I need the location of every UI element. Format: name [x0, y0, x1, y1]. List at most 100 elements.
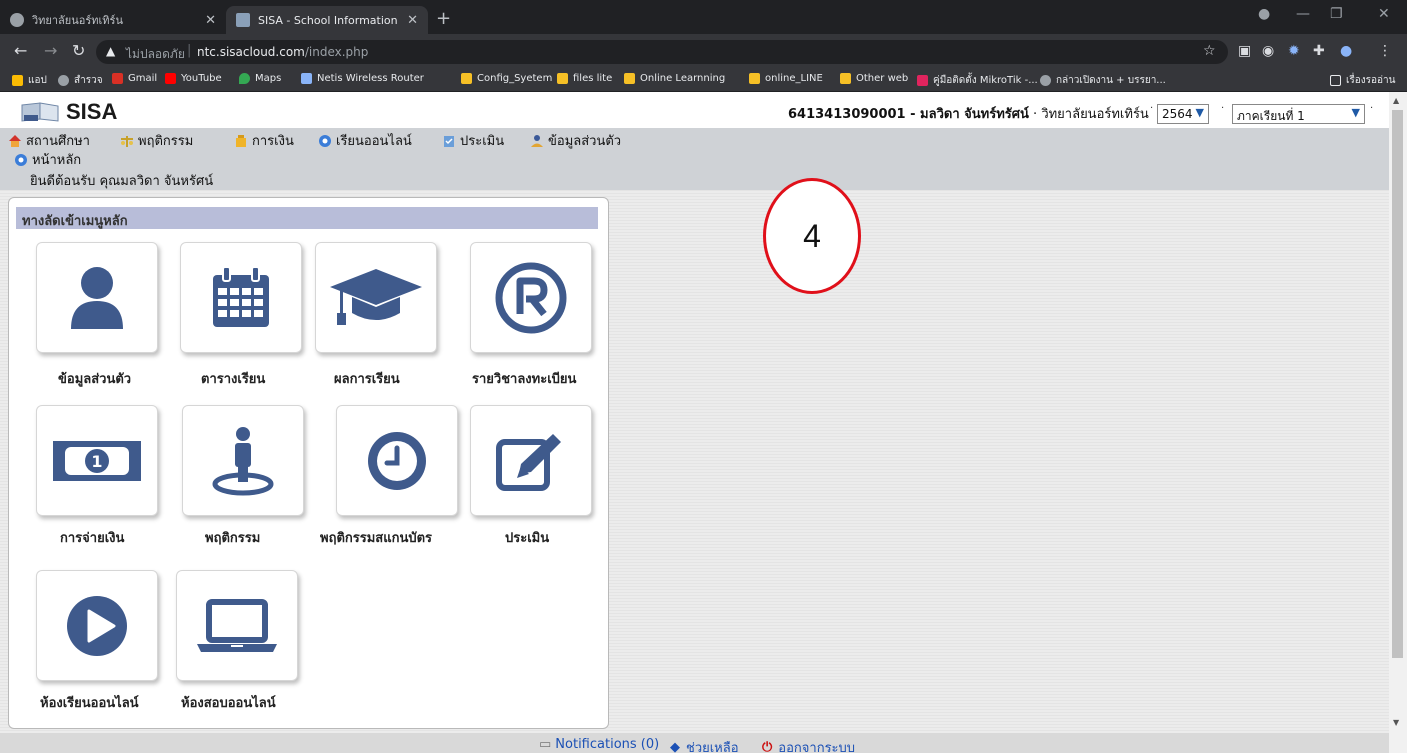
bookmark-label: Config_Syetem	[477, 73, 553, 84]
not-secure-label[interactable]: ไม่ปลอดภัย	[126, 45, 185, 64]
url-text[interactable]: ntc.sisacloud.com/index.php	[197, 45, 368, 59]
avatar-icon[interactable]: ●	[1340, 43, 1352, 59]
bookmark-star-icon[interactable]: ☆	[1203, 43, 1216, 59]
tile-payment[interactable]: 1	[36, 405, 158, 516]
bookmark-label: files lite	[573, 73, 613, 84]
close-tab-icon[interactable]: ✕	[205, 13, 216, 28]
tile-label[interactable]: การจ่ายเงิน	[60, 527, 124, 548]
home-link[interactable]: หน้าหลัก	[14, 149, 81, 170]
scroll-up-arrow-icon[interactable]: ▲	[1393, 96, 1399, 105]
bookmark-label: Other web	[856, 73, 909, 84]
scrollbar-thumb[interactable]	[1392, 110, 1403, 658]
bookmark-folder[interactable]: Config_Syetem	[461, 73, 552, 84]
menu-label: พฤติกรรม	[138, 134, 194, 149]
youtube-icon	[165, 73, 176, 84]
globe-icon	[10, 13, 24, 27]
menu-school[interactable]: สถานศึกษา	[8, 130, 90, 151]
user-info: 6413413090001 - มลวิดา จันทร์ทรัศน์ · วิ…	[788, 107, 1149, 122]
warning-icon[interactable]: ▲	[106, 44, 115, 58]
menu-label: การเงิน	[252, 134, 294, 149]
extension-icon[interactable]: ◉	[1262, 43, 1274, 59]
tile-label[interactable]: พฤติกรรม	[205, 527, 260, 548]
dropdown-arrow-icon: ▼	[1195, 106, 1204, 119]
gear-icon	[15, 153, 27, 166]
close-tab-icon[interactable]: ✕	[407, 13, 418, 28]
reading-list[interactable]: เรื่องรออ่าน	[1330, 73, 1396, 88]
bookmark-item[interactable]: กล่าวเปิดงาน + บรรยา...	[1040, 73, 1166, 88]
tile-personal-info[interactable]	[36, 242, 158, 353]
minimize-button[interactable]: —	[1296, 6, 1310, 22]
tile-evaluation[interactable]	[470, 405, 592, 516]
scroll-down-arrow-icon[interactable]: ▼	[1393, 718, 1399, 727]
bookmark-item[interactable]: สำรวจ	[58, 73, 103, 88]
menu-finance[interactable]: การเงิน	[234, 130, 294, 151]
help-link[interactable]: ◆ ช่วยเหลือ	[670, 737, 739, 753]
profile-icon[interactable]: ●	[1258, 6, 1270, 22]
bookmark-folder[interactable]: files lite	[557, 73, 612, 84]
bookmark-item[interactable]: Gmail	[112, 73, 157, 84]
bookmark-apps[interactable]: แอป	[12, 73, 47, 88]
user-name: มลวิดา จันทร์ทรัศน์	[920, 107, 1029, 122]
reload-button[interactable]: ↻	[72, 41, 85, 60]
sisa-logo[interactable]: SISA	[20, 98, 117, 126]
bookmark-item[interactable]: Maps	[239, 73, 281, 84]
menu-online-learning[interactable]: เรียนออนไลน์	[318, 130, 412, 151]
bookmark-label: คู่มือติดตั้ง MikroTik -...	[933, 75, 1038, 86]
menu-personal-info[interactable]: ข้อมูลส่วนตัว	[530, 130, 621, 151]
tile-label[interactable]: ข้อมูลส่วนตัว	[58, 368, 131, 389]
netis-icon	[301, 73, 312, 84]
tile-label[interactable]: ผลการเรียน	[334, 368, 400, 389]
menu-kebab-icon[interactable]: ⋮	[1378, 43, 1392, 59]
tile-card-scan[interactable]	[336, 405, 458, 516]
menu-label: ประเมิน	[460, 134, 505, 149]
back-button[interactable]: ←	[14, 41, 27, 60]
puzzle-icon[interactable]: ✚	[1313, 43, 1325, 59]
college-name: วิทยาลัยนอร์ทเทิร์น	[1041, 107, 1149, 122]
extension-icon[interactable]: ▣	[1238, 43, 1251, 59]
tile-online-exam[interactable]	[176, 570, 298, 681]
menu-behavior[interactable]: พฤติกรรม	[120, 130, 193, 151]
menu-evaluation[interactable]: ประเมิน	[442, 130, 504, 151]
reading-list-label: เรื่องรออ่าน	[1346, 75, 1396, 86]
menu-label: สถานศึกษา	[26, 134, 90, 149]
notifications-link[interactable]: ▭ Notifications (0)	[539, 737, 659, 752]
term-select[interactable]: ภาคเรียนที่ 1 ▼	[1232, 104, 1365, 124]
tile-online-classroom[interactable]	[36, 570, 158, 681]
help-tag-icon: ◆	[670, 740, 680, 753]
tile-behavior[interactable]	[182, 405, 304, 516]
bookmark-item[interactable]: YouTube	[165, 73, 222, 84]
user-id: 6413413090001	[788, 107, 906, 122]
tile-label[interactable]: ห้องเรียนออนไลน์	[40, 692, 139, 713]
maximize-button[interactable]: ❐	[1330, 6, 1343, 22]
year-select[interactable]: 2564 ▼	[1157, 104, 1209, 124]
new-tab-button[interactable]: +	[436, 8, 451, 29]
bookmark-folder[interactable]: Other web	[840, 73, 908, 84]
menu-label: เรียนออนไลน์	[336, 134, 412, 149]
tile-label[interactable]: ตารางเรียน	[201, 368, 265, 389]
logout-link[interactable]: ⏻ ออกจากระบบ	[762, 737, 855, 753]
browser-tab-sisa[interactable]: SISA - School Information Systen ✕	[226, 6, 428, 34]
browser-tab-college[interactable]: วิทยาลัยนอร์ทเทิร์น ✕	[0, 6, 226, 34]
welcome-text: ยินดีต้อนรับ คุณมลวิดา จันหรัศน์	[30, 174, 214, 189]
bookmark-item[interactable]: Netis Wireless Router	[301, 73, 424, 84]
bookmark-folder[interactable]: online_LINE	[749, 73, 823, 84]
tile-registered-courses[interactable]	[470, 242, 592, 353]
notifications-label: Notifications (0)	[555, 737, 660, 752]
bookmark-folder[interactable]: Online Learnning	[624, 73, 725, 84]
tile-label[interactable]: ห้องสอบออนไลน์	[181, 692, 276, 713]
sisa-favicon-icon	[236, 13, 250, 27]
close-window-button[interactable]: ✕	[1378, 6, 1390, 22]
tile-label[interactable]: พฤติกรรมสแกนบัตร	[320, 527, 432, 548]
bookmark-item[interactable]: คู่มือติดตั้ง MikroTik -...	[917, 73, 1038, 88]
tile-timetable[interactable]	[180, 242, 302, 353]
tile-label[interactable]: ประเมิน	[505, 527, 549, 548]
tile-grades[interactable]	[315, 242, 437, 353]
tile-label[interactable]: รายวิชาลงทะเบียน	[472, 368, 576, 389]
extension-icon[interactable]: ✹	[1288, 43, 1300, 59]
separator-dot: ·	[1221, 103, 1225, 114]
tab-title: SISA - School Information Systen	[258, 13, 401, 27]
clock-icon	[368, 431, 426, 490]
screen: วิทยาลัยนอร์ทเทิร์น ✕ SISA - School Info…	[0, 0, 1407, 753]
forward-button[interactable]: →	[44, 41, 57, 60]
panel-title: ทางลัดเข้าเมนูหลัก	[16, 207, 598, 229]
